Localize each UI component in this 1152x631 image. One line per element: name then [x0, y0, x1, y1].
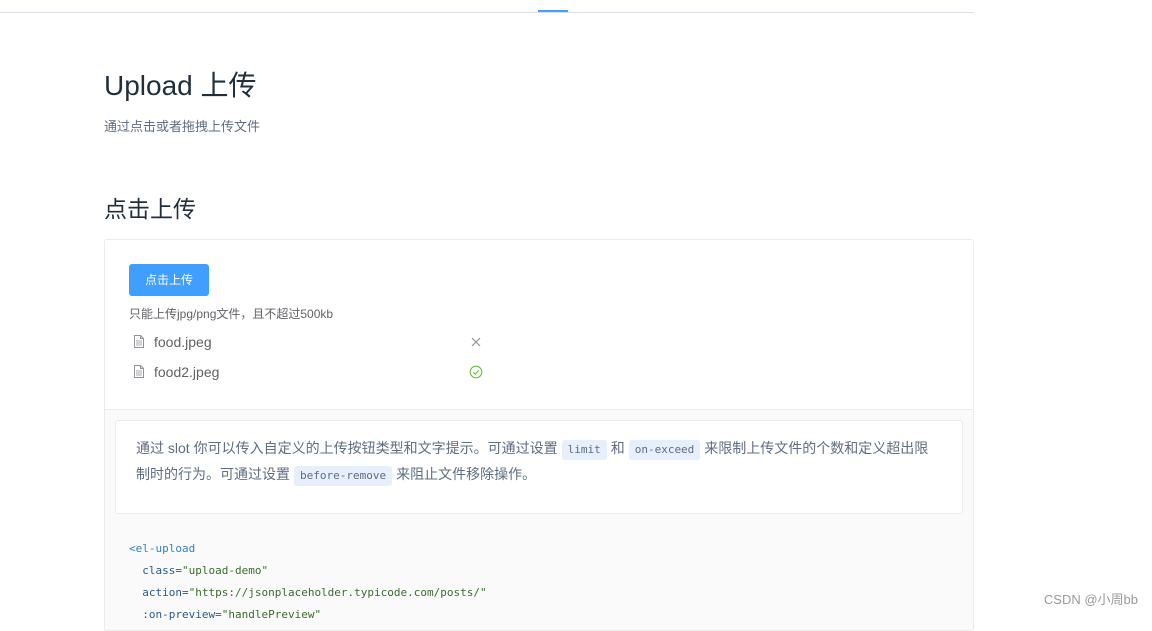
file-list-item[interactable]: food.jpeg: [129, 330, 489, 354]
upload-tip: 只能上传jpg/png文件，且不超过500kb: [129, 305, 333, 322]
top-nav-bar: [0, 0, 974, 13]
success-circle-icon: [469, 365, 483, 379]
demo-source: 点击上传 只能上传jpg/png文件，且不超过500kb food.jpeg: [105, 240, 973, 410]
code-limit: limit: [562, 440, 607, 460]
code-line: action="https://jsonplaceholder.typicode…: [129, 582, 487, 604]
description-text: 通过 slot 你可以传入自定义的上传按钮类型和文字提示。可通过设置: [136, 440, 558, 456]
code-value: "https://jsonplaceholder.typicode.com/po…: [189, 586, 487, 599]
demo-block: 点击上传 只能上传jpg/png文件，且不超过500kb food.jpeg: [104, 239, 974, 631]
close-icon[interactable]: [469, 335, 483, 349]
active-tab-indicator: [538, 10, 568, 12]
demo-description: 通过 slot 你可以传入自定义的上传按钮类型和文字提示。可通过设置limit和…: [115, 420, 963, 514]
description-text: 来阻止文件移除操作。: [396, 466, 536, 482]
description-text: 和: [611, 440, 625, 456]
code-attr: action=: [142, 586, 188, 599]
code-line: :on-preview="handlePreview": [129, 604, 487, 626]
file-name: food2.jpeg: [154, 360, 219, 384]
code-block: <el-upload class="upload-demo" action="h…: [129, 538, 487, 626]
code-tag: <el-upload: [129, 542, 195, 555]
code-on-exceed: on-exceed: [629, 440, 701, 460]
watermark: CSDN @小周bb: [1044, 589, 1138, 608]
code-attr: :on-preview=: [142, 608, 221, 621]
code-line: class="upload-demo": [129, 560, 487, 582]
upload-button[interactable]: 点击上传: [129, 264, 209, 296]
file-name: food.jpeg: [154, 330, 212, 354]
code-attr: class=: [142, 564, 182, 577]
demo-meta: 通过 slot 你可以传入自定义的上传按钮类型和文字提示。可通过设置limit和…: [105, 410, 973, 630]
code-line: <el-upload: [129, 538, 487, 560]
document-icon: [134, 365, 144, 378]
document-icon: [134, 335, 144, 348]
code-value: "handlePreview": [222, 608, 321, 621]
code-before-remove: before-remove: [294, 466, 392, 486]
file-list-item[interactable]: food2.jpeg: [129, 360, 489, 384]
page-description: 通过点击或者拖拽上传文件: [104, 116, 260, 135]
code-value: "upload-demo": [182, 564, 268, 577]
section-title: 点击上传: [104, 190, 196, 224]
page-title: Upload 上传: [104, 64, 257, 104]
